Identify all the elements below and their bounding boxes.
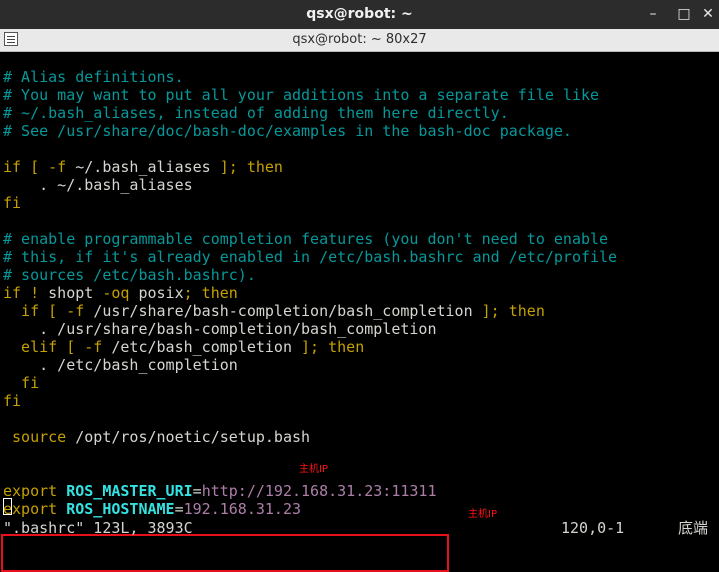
annotation-hostname-ip: 主机IP: [468, 509, 497, 520]
editor-line: export ROS_MASTER_URI=http://192.168.31.…: [3, 482, 437, 500]
code-token: # this, if it's already enabled in /etc/…: [3, 248, 618, 266]
code-token: if [: [3, 158, 49, 176]
highlight-box: [1, 534, 449, 572]
code-token: fi: [3, 374, 40, 392]
window-title: qsx@robot: ~: [306, 6, 413, 22]
close-button[interactable]: ✕: [695, 0, 719, 29]
editor-line: source /opt/ros/noetic/setup.bash: [3, 428, 310, 446]
code-token: elif [ -f: [3, 338, 112, 356]
editor-line: elif [ -f /etc/bash_completion ]; then: [3, 338, 364, 356]
code-token: . /etc/bash_completion: [3, 356, 238, 374]
editor-line: fi: [3, 392, 21, 410]
code-token: ]; then: [472, 302, 545, 320]
status-scroll-position: 底端: [678, 519, 709, 537]
maximize-button[interactable]: □: [671, 0, 697, 29]
code-token: =: [174, 500, 184, 518]
minimize-button[interactable]: –: [640, 0, 666, 29]
editor-line: # sources /etc/bash.bashrc).: [3, 266, 256, 284]
annotation-master-ip: 主机IP: [299, 464, 328, 475]
editor-line: # enable programmable completion feature…: [3, 230, 608, 248]
code-token: source: [3, 428, 76, 446]
code-token: -f: [48, 158, 76, 176]
code-token: . /usr/share/bash-completion/bash_comple…: [3, 320, 437, 338]
code-token: ROS_HOSTNAME: [66, 500, 175, 518]
code-token: ; then: [183, 284, 238, 302]
code-token: /opt/ros/noetic/setup.bash: [75, 428, 311, 446]
editor-line: # Alias definitions.: [3, 68, 184, 86]
code-token: if !: [3, 284, 49, 302]
editor-line: if [ -f /usr/share/bash-completion/bash_…: [3, 302, 545, 320]
editor-line: # ~/.bash_aliases, instead of adding the…: [3, 104, 509, 122]
code-token: fi: [3, 194, 22, 212]
code-token: # sources /etc/bash.bashrc).: [3, 266, 256, 284]
editor-line: # this, if it's already enabled in /etc/…: [3, 248, 617, 266]
code-token: if [ -f: [3, 302, 94, 320]
editor-line: fi: [3, 374, 39, 392]
editor-line: export ROS_HOSTNAME=192.168.31.23: [3, 500, 301, 518]
code-token: export: [3, 482, 67, 500]
editor-line: if ! shopt -oq posix; then: [3, 284, 238, 302]
code-token: fi: [3, 392, 22, 410]
code-token: -oq: [102, 284, 139, 302]
code-token: ~/.bash_aliases: [75, 158, 211, 176]
code-token: # enable programmable completion feature…: [3, 230, 609, 248]
text-cursor: [3, 498, 12, 515]
code-token: . ~/.bash_aliases: [3, 176, 193, 194]
code-token: # ~/.bash_aliases, instead of adding the…: [3, 104, 509, 122]
code-token: 192.168.31.23: [183, 500, 302, 518]
code-token: /usr/share/bash-completion/bash_completi…: [93, 302, 473, 320]
window-titlebar[interactable]: qsx@robot: ~ – □ ✕: [0, 0, 719, 29]
editor-line: . /etc/bash_completion: [3, 356, 238, 374]
status-file-info: ".bashrc" 123L, 3893C: [3, 519, 193, 537]
code-token: =: [192, 482, 202, 500]
editor-line: if [ -f ~/.bash_aliases ]; then: [3, 158, 283, 176]
editor-line: . ~/.bash_aliases: [3, 176, 193, 194]
tab-title: qsx@robot: ~ 80x27: [292, 32, 427, 47]
editor-line: # You may want to put all your additions…: [3, 86, 599, 104]
code-token: ]; then: [210, 158, 283, 176]
code-token: export: [3, 500, 67, 518]
terminal-editor[interactable]: # Alias definitions. # You may want to pu…: [0, 52, 719, 572]
code-token: /etc/bash_completion: [111, 338, 292, 356]
editor-line: # See /usr/share/doc/bash-doc/examples i…: [3, 122, 572, 140]
code-token: http://192.168.31.23:11311: [201, 482, 437, 500]
code-token: # You may want to put all your additions…: [3, 86, 600, 104]
code-token: shopt: [48, 284, 103, 302]
code-token: # Alias definitions.: [3, 68, 184, 86]
code-token: posix: [138, 284, 184, 302]
code-token: ]; then: [292, 338, 365, 356]
code-token: ROS_MASTER_URI: [66, 482, 193, 500]
editor-line: fi: [3, 194, 21, 212]
editor-line: . /usr/share/bash-completion/bash_comple…: [3, 320, 436, 338]
status-cursor-position: 120,0-1: [561, 519, 625, 537]
terminal-tab-bar: qsx@robot: ~ 80x27: [0, 29, 719, 52]
code-token: # See /usr/share/doc/bash-doc/examples i…: [3, 122, 572, 140]
